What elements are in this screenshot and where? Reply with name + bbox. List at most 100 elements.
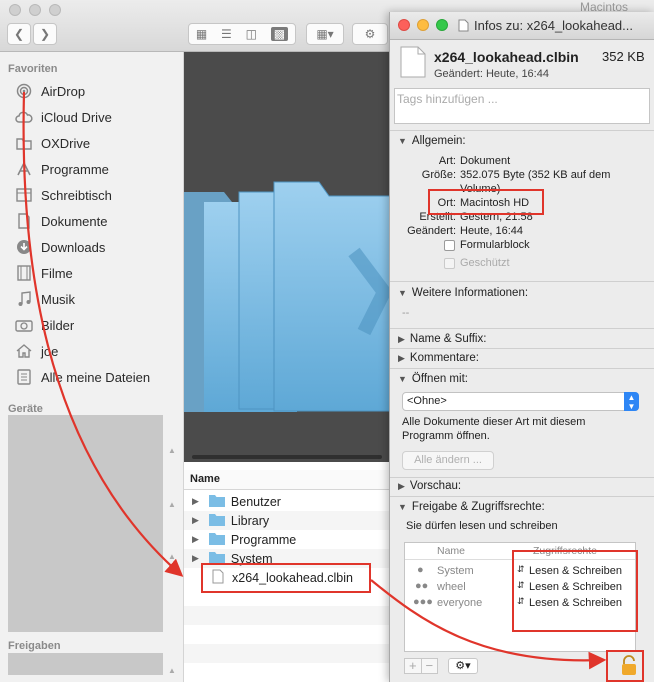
view-switcher[interactable]: ▦ ☰ ◫ ▩: [188, 23, 296, 45]
annotation-location-highlight: [428, 189, 544, 215]
folder-icon: [208, 513, 225, 529]
sidebar-item-home[interactable]: joe: [14, 340, 58, 362]
sidebar-item-label: Bilder: [41, 317, 75, 333]
divider: [390, 477, 654, 478]
art-value: Dokument: [460, 155, 511, 167]
minimize-button[interactable]: [417, 19, 429, 31]
list-item[interactable]: ▶ Benutzer: [184, 492, 390, 511]
chevron-right-icon: ❯: [39, 27, 51, 41]
tags-input[interactable]: Tags hinzufügen ...: [394, 88, 650, 124]
stationery-checkbox[interactable]: [444, 240, 455, 251]
group-icon: ●●: [415, 580, 429, 592]
section-sharing[interactable]: ▼ Freigabe & Zugriffsrechte:: [398, 501, 545, 513]
sidebar-item-label: Filme: [41, 265, 73, 281]
list-item[interactable]: ▶ Programme: [184, 530, 390, 549]
sidebar-item-downloads[interactable]: Downloads: [14, 236, 105, 258]
desktop-icon: [14, 186, 34, 204]
locked-checkbox[interactable]: [444, 258, 455, 269]
scroll-arrow-icon: ▲: [168, 500, 176, 509]
forward-button[interactable]: ❯: [33, 23, 57, 45]
name-column-header[interactable]: Name: [190, 473, 220, 485]
section-more-info-label: Weitere Informationen:: [411, 287, 529, 299]
chevron-updown-icon: ▲ ▼: [624, 392, 639, 411]
everyone-icon: ●●●: [413, 596, 433, 608]
back-button[interactable]: ❮: [7, 23, 31, 45]
disclosure-open-icon[interactable]: ▼: [398, 136, 407, 146]
changed-value: Heute, 16:44: [460, 225, 523, 237]
sidebar-item-airdrop[interactable]: AirDrop: [14, 80, 85, 102]
divider: [390, 130, 654, 131]
sidebar-item-programme[interactable]: Programme: [14, 158, 109, 180]
download-icon: [14, 238, 34, 256]
sidebar-item-label: joe: [41, 343, 59, 359]
scroll-arrow-icon: ▲: [168, 446, 176, 455]
list-item-label: Benutzer: [230, 494, 281, 509]
change-all-button[interactable]: Alle ändern ...: [402, 451, 494, 470]
music-icon: [14, 290, 34, 308]
list-view-icon[interactable]: ☰: [221, 27, 232, 41]
section-preview-label: Vorschau:: [409, 480, 462, 492]
icon-view-icon[interactable]: ▦: [196, 27, 207, 41]
section-general[interactable]: ▼ Allgemein:: [398, 135, 466, 147]
locked-label: Geschützt: [460, 257, 510, 269]
disclosure-triangle-icon[interactable]: ▶: [192, 534, 199, 545]
permissions-action-button[interactable]: ⚙▾: [448, 658, 478, 674]
zoom-button[interactable]: [49, 4, 61, 16]
section-name-extension[interactable]: ▶ Name & Suffix:: [398, 333, 486, 345]
open-with-selected: <Ohne>: [407, 395, 447, 407]
minimize-button[interactable]: [29, 4, 41, 16]
col-name-header[interactable]: Name: [437, 545, 465, 557]
disclosure-closed-icon[interactable]: ▶: [398, 481, 405, 491]
permission-name: System: [437, 565, 474, 577]
column-view-icon[interactable]: ◫: [246, 27, 257, 41]
disclosure-closed-icon[interactable]: ▶: [398, 334, 405, 344]
sidebar-item-all-files[interactable]: Alle meine Dateien: [14, 366, 150, 388]
favorites-header: Favoriten: [8, 63, 58, 75]
list-item-label: Programme: [230, 532, 297, 547]
sidebar-item-label: OXDrive: [41, 135, 91, 151]
list-item-label: Library: [230, 513, 270, 528]
section-comments-label: Kommentare:: [409, 352, 479, 364]
devices-list-redacted: [8, 415, 163, 632]
disclosure-triangle-icon[interactable]: ▶: [192, 496, 199, 507]
disclosure-open-icon[interactable]: ▼: [398, 288, 407, 298]
list-header[interactable]: Name: [184, 470, 390, 490]
zoom-button[interactable]: [436, 19, 448, 31]
section-open-with[interactable]: ▼ Öffnen mit:: [398, 373, 468, 385]
disclosure-open-icon[interactable]: ▼: [398, 502, 407, 512]
section-general-label: Allgemein:: [411, 135, 466, 147]
disclosure-open-icon[interactable]: ▼: [398, 374, 407, 384]
section-comments[interactable]: ▶ Kommentare:: [398, 352, 479, 364]
sidebar-item-documents[interactable]: Dokumente: [14, 210, 107, 232]
section-open-with-label: Öffnen mit:: [411, 373, 468, 385]
sidebar-item-movies[interactable]: Filme: [14, 262, 73, 284]
disclosure-triangle-icon[interactable]: ▶: [192, 515, 199, 526]
sidebar-item-music[interactable]: Musik: [14, 288, 75, 310]
remove-button[interactable]: −: [422, 659, 438, 673]
shares-header: Freigaben: [8, 640, 61, 652]
list-empty-row: [184, 644, 390, 663]
arrange-button[interactable]: ▦▾: [306, 23, 344, 45]
divider: [390, 348, 654, 349]
disclosure-triangle-icon[interactable]: ▶: [192, 553, 199, 564]
more-info-value: --: [402, 307, 410, 319]
action-button[interactable]: ⚙: [352, 23, 388, 45]
divider: [390, 368, 654, 369]
section-more-info[interactable]: ▼ Weitere Informationen:: [398, 287, 528, 299]
folder-stack-icon: [184, 181, 393, 459]
coverflow-preview: [184, 52, 393, 462]
home-icon: [14, 342, 34, 360]
sidebar-item-pictures[interactable]: Bilder: [14, 314, 74, 336]
sidebar-item-oxdrive[interactable]: OXDrive: [14, 132, 90, 154]
sidebar-item-desktop[interactable]: Schreibtisch: [14, 184, 112, 206]
open-with-select[interactable]: <Ohne> ▲ ▼: [402, 392, 639, 411]
disclosure-closed-icon[interactable]: ▶: [398, 353, 405, 363]
close-button[interactable]: [398, 19, 410, 31]
close-button[interactable]: [9, 4, 21, 16]
list-item[interactable]: ▶ Library: [184, 511, 390, 530]
add-button[interactable]: +: [405, 659, 422, 673]
sidebar-item-icloud[interactable]: iCloud Drive: [14, 106, 112, 128]
section-preview[interactable]: ▶ Vorschau:: [398, 480, 461, 492]
coverflow-view-icon[interactable]: ▩: [270, 27, 289, 41]
shares-list-redacted: [8, 653, 163, 675]
